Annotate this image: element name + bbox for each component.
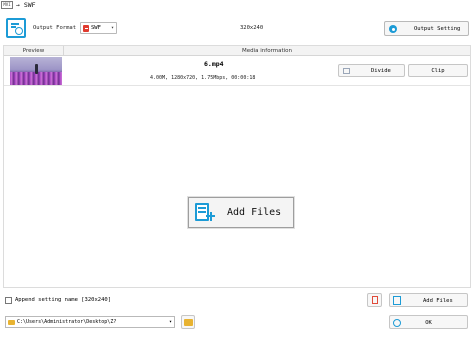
file-list: Preview Media information 6.mp4 4.00M, 1… bbox=[3, 45, 471, 288]
clip-button[interactable]: Clip bbox=[408, 64, 468, 77]
video-thumbnail bbox=[10, 57, 62, 85]
film-settings-icon bbox=[6, 18, 26, 38]
file-meta: 4.00M, 1280x720, 1.75Mbps, 00:00:18 bbox=[150, 75, 256, 81]
output-path-value: C:\Users\Administrator\Desktop\Z? bbox=[17, 319, 117, 325]
pdf-file-icon bbox=[83, 25, 89, 32]
add-file-icon bbox=[195, 203, 215, 223]
output-format-select[interactable]: SWF ▾ bbox=[80, 22, 117, 34]
divide-label: Divide bbox=[371, 68, 391, 74]
column-header-preview: Preview bbox=[4, 46, 64, 56]
output-setting-button[interactable]: Output Setting bbox=[384, 21, 469, 36]
add-files-center-label: Add Files bbox=[227, 207, 282, 218]
app-icon: MVI bbox=[1, 1, 13, 9]
output-setting-label: Output Setting bbox=[414, 26, 461, 32]
add-files-button[interactable]: Add Files bbox=[389, 293, 468, 307]
folder-icon bbox=[184, 319, 193, 326]
gear-icon bbox=[389, 25, 397, 33]
clip-label: Clip bbox=[431, 68, 445, 74]
add-file-icon bbox=[393, 296, 401, 305]
ok-label: OK bbox=[425, 319, 432, 326]
toolbar: Output Format SWF ▾ 320x240 Output Setti… bbox=[0, 11, 474, 44]
resolution-label: 320x240 bbox=[240, 25, 264, 31]
file-name: 6.mp4 bbox=[204, 60, 224, 68]
output-path-select[interactable]: C:\Users\Administrator\Desktop\Z? ▾ bbox=[5, 316, 175, 328]
folder-icon bbox=[8, 320, 15, 325]
browse-folder-button[interactable] bbox=[181, 315, 195, 329]
chevron-down-icon: ▾ bbox=[168, 319, 172, 325]
add-files-label: Add Files bbox=[423, 297, 453, 304]
append-setting-label: Append setting name [320x240] bbox=[15, 297, 112, 303]
ok-button[interactable]: OK bbox=[389, 315, 468, 329]
divide-icon bbox=[343, 68, 350, 74]
append-setting-checkbox[interactable] bbox=[5, 297, 12, 304]
divide-button[interactable]: Divide bbox=[338, 64, 405, 77]
chevron-down-icon: ▾ bbox=[110, 24, 114, 31]
title-bar: MVI → SWF bbox=[0, 0, 474, 11]
clear-list-icon bbox=[372, 296, 378, 304]
add-files-center-button[interactable]: Add Files bbox=[188, 197, 294, 228]
output-format-label: Output Format bbox=[33, 25, 77, 31]
window-title: → SWF bbox=[16, 1, 36, 9]
remove-button[interactable] bbox=[367, 293, 382, 307]
table-header: Preview Media information bbox=[4, 46, 470, 56]
column-header-media-information: Media information bbox=[241, 48, 292, 54]
output-format-value: SWF bbox=[91, 25, 101, 31]
table-row[interactable]: 6.mp4 4.00M, 1280x720, 1.75Mbps, 00:00:1… bbox=[4, 56, 470, 86]
